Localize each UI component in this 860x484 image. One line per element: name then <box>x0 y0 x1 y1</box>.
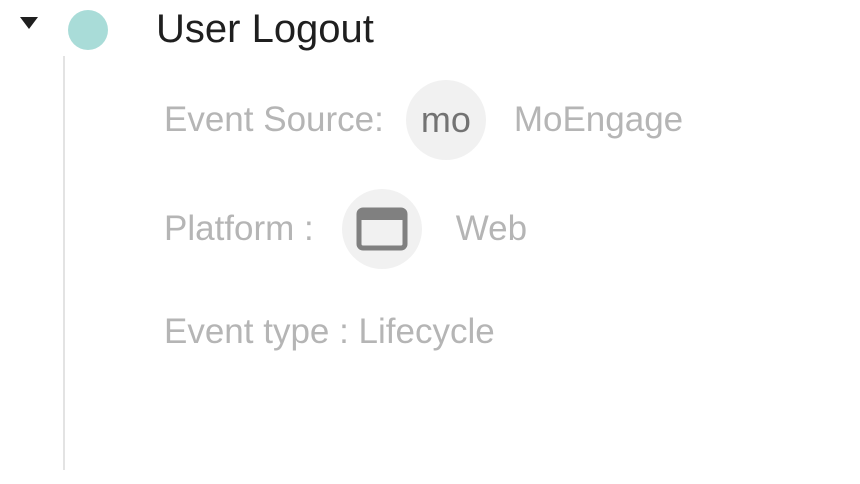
caret-down-icon[interactable] <box>20 17 38 29</box>
moengage-source-icon: mo <box>405 80 486 160</box>
platform-value: Web <box>455 209 528 248</box>
event-type-row: Event type : Lifecycle <box>164 309 495 355</box>
event-status-dot <box>68 10 108 50</box>
event-type-text: Event type : Lifecycle <box>164 312 495 351</box>
platform-label: Platform : <box>164 209 314 248</box>
platform-icon-badge <box>341 189 422 269</box>
source-badge-text: mo <box>420 99 471 140</box>
event-source-label: Event Source: <box>164 100 384 139</box>
event-source-row: Event Source: mo MoEngage <box>164 80 683 160</box>
event-title[interactable]: User Logout <box>156 4 374 54</box>
timeline-line <box>63 56 65 470</box>
browser-window-icon <box>356 207 408 251</box>
platform-row: Platform : Web <box>164 189 527 269</box>
event-source-value: MoEngage <box>513 100 684 139</box>
event-details-card: User Logout Event Source: mo MoEngage Pl… <box>0 0 860 484</box>
